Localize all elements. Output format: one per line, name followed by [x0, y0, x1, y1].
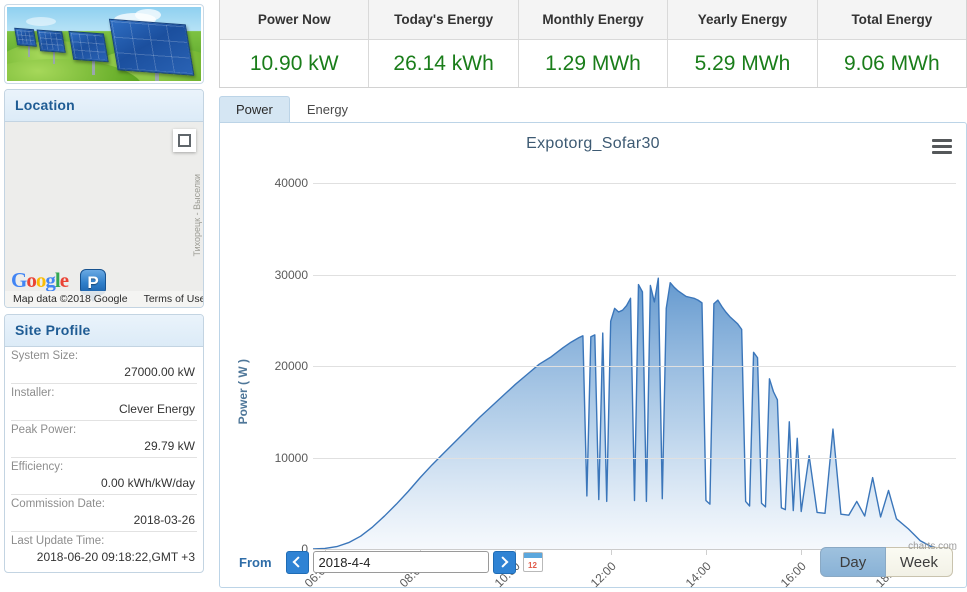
y-axis-ticks: 010000200003000040000: [250, 169, 308, 589]
kpi-label: Total Energy: [818, 0, 966, 40]
kpi-label: Today's Energy: [369, 0, 517, 40]
site-profile-value: 0.00 kWh/kW/day: [11, 475, 197, 491]
kpi-label: Power Now: [220, 0, 368, 40]
kpi-value: 26.14 kWh: [369, 40, 517, 87]
from-label: From: [239, 555, 272, 570]
chart-title: Expotorg_Sofar30: [220, 135, 966, 153]
solar-panels-banner: [4, 4, 204, 84]
gridline: [313, 366, 956, 367]
chart-svg: [313, 169, 956, 589]
y-tick-label: 20000: [250, 359, 308, 373]
site-profile-label: Peak Power:: [11, 423, 197, 438]
fullscreen-icon[interactable]: [173, 129, 196, 152]
range-button-day[interactable]: Day: [820, 547, 886, 577]
site-profile-row: Last Update Time:2018-06-20 09:18:22,GMT…: [11, 532, 197, 568]
site-profile-value: 2018-03-26: [11, 512, 197, 528]
kpi-cell: Monthly Energy1.29 MWh: [519, 0, 668, 87]
hamburger-menu-icon[interactable]: [932, 139, 952, 157]
kpi-cell: Yearly Energy5.29 MWh: [668, 0, 817, 87]
kpi-value: 9.06 MWh: [818, 40, 966, 87]
y-tick-label: 10000: [250, 451, 308, 465]
y-tick-label: 30000: [250, 268, 308, 282]
terms-of-use-link[interactable]: Terms of Use: [144, 293, 203, 305]
map-attribution: Map data ©2018 Google Terms of Use: [5, 291, 203, 307]
tab-power[interactable]: Power: [219, 96, 290, 122]
calendar-icon[interactable]: 12: [523, 552, 543, 572]
site-profile-row: System Size:27000.00 kW: [11, 347, 197, 384]
site-profile-row: Peak Power:29.79 kW: [11, 421, 197, 458]
site-profile-row: Commission Date:2018-03-26: [11, 495, 197, 532]
kpi-cell: Power Now10.90 kW: [220, 0, 369, 87]
site-profile-value: 29.79 kW: [11, 438, 197, 454]
chart-container: Expotorg_Sofar30 Power ( W ) 01000020000…: [219, 122, 967, 588]
gridline: [313, 183, 956, 184]
chart-controls: From 12 DayWeek charts.com: [219, 542, 967, 582]
site-profile-value: Clever Energy: [11, 401, 197, 417]
site-profile-panel-title: Site Profile: [5, 315, 203, 347]
kpi-value: 10.90 kW: [220, 40, 368, 87]
chevron-right-icon[interactable]: [493, 551, 516, 574]
solar-panels-image: [7, 7, 201, 81]
plot-area: [313, 169, 956, 589]
site-profile-panel: Site Profile System Size:27000.00 kWInst…: [4, 314, 204, 573]
calendar-day-number: 12: [524, 562, 542, 570]
chart-card: PowerEnergy Expotorg_Sofar30 Power ( W )…: [219, 96, 967, 588]
date-input[interactable]: [313, 551, 489, 573]
site-profile-value: 2018-06-20 09:18:22,GMT +3: [11, 549, 197, 565]
y-axis-label: Power ( W ): [236, 359, 250, 424]
kpi-label: Yearly Energy: [668, 0, 816, 40]
location-panel-title: Location: [5, 90, 203, 122]
y-tick-label: 40000: [250, 176, 308, 190]
google-logo: Google: [11, 268, 68, 293]
map-road-label: Тихорецк - Выселки: [192, 174, 202, 257]
kpi-value: 1.29 MWh: [519, 40, 667, 87]
site-profile-row: Installer:Clever Energy: [11, 384, 197, 421]
site-profile-row: Efficiency:0.00 kWh/kW/day: [11, 458, 197, 495]
chart-watermark: charts.com: [908, 541, 957, 552]
left-sidebar: Location P Тихорецк - Выселки Google Map…: [0, 0, 210, 592]
gridline: [313, 275, 956, 276]
kpi-cell: Total Energy9.06 MWh: [818, 0, 966, 87]
site-profile-label: Efficiency:: [11, 460, 197, 475]
kpi-label: Monthly Energy: [519, 0, 667, 40]
kpi-cell: Today's Energy26.14 kWh: [369, 0, 518, 87]
chart-tabs: PowerEnergy: [219, 96, 967, 122]
gridline: [313, 458, 956, 459]
tab-energy[interactable]: Energy: [290, 96, 365, 122]
site-profile-label: Last Update Time:: [11, 534, 197, 549]
site-profile-label: Commission Date:: [11, 497, 197, 512]
solar-monitoring-dashboard: Location P Тихорецк - Выселки Google Map…: [0, 0, 967, 592]
kpi-value: 5.29 MWh: [668, 40, 816, 87]
kpi-summary-table: Power Now10.90 kWToday's Energy26.14 kWh…: [219, 0, 967, 88]
site-profile-rows: System Size:27000.00 kWInstaller:Clever …: [5, 347, 203, 572]
chevron-left-icon[interactable]: [286, 551, 309, 574]
location-map[interactable]: P Тихорецк - Выселки Google Map data ©20…: [5, 122, 203, 307]
power-area-chart: Power ( W ) 010000200003000040000: [220, 169, 967, 589]
site-profile-value: 27000.00 kW: [11, 364, 197, 380]
map-data-text: Map data ©2018 Google: [13, 293, 128, 305]
site-profile-label: Installer:: [11, 386, 197, 401]
location-panel: Location P Тихорецк - Выселки Google Map…: [4, 89, 204, 308]
site-profile-label: System Size:: [11, 349, 197, 364]
